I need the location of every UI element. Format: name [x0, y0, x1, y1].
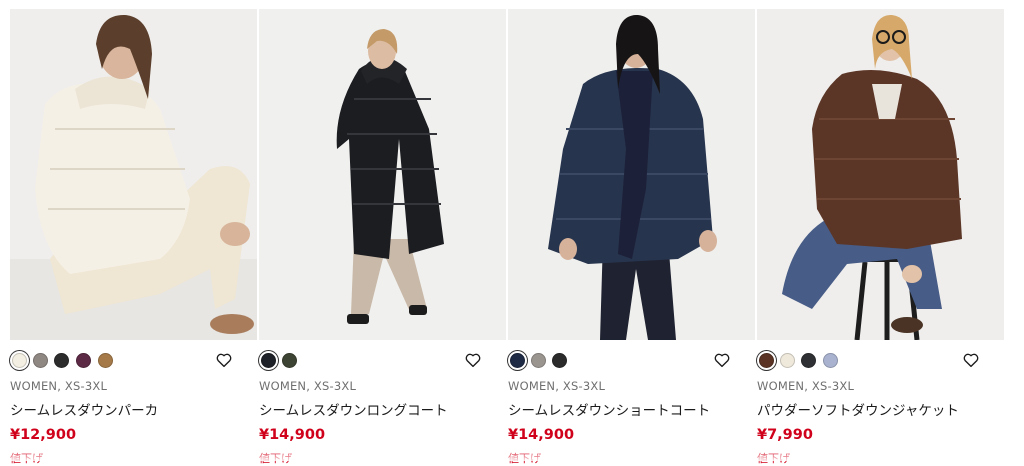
product-price: ¥14,900	[508, 427, 575, 443]
color-swatch[interactable]	[801, 353, 816, 368]
color-swatch[interactable]	[12, 353, 27, 368]
product-price: ¥12,900	[10, 427, 77, 443]
product-meta: WOMEN, XS-3XL	[508, 379, 606, 393]
model-photo-black-long-coat	[259, 9, 506, 340]
product-name[interactable]: シームレスダウンロングコート	[259, 399, 448, 419]
product-name[interactable]: シームレスダウンパーカ	[10, 399, 158, 419]
color-swatch[interactable]	[552, 353, 567, 368]
model-photo-navy-short-coat	[508, 9, 755, 340]
model-photo-cream-parka	[10, 9, 257, 340]
color-swatches	[259, 350, 459, 370]
color-swatch[interactable]	[531, 353, 546, 368]
color-swatch[interactable]	[823, 353, 838, 368]
product-name[interactable]: シームレスダウンショートコート	[508, 399, 710, 419]
product-photo[interactable]	[259, 9, 506, 340]
product-price: ¥7,990	[757, 427, 813, 443]
heart-outline-icon[interactable]	[962, 351, 980, 369]
price-down-tag: 値下げ	[757, 452, 790, 465]
color-swatch[interactable]	[76, 353, 91, 368]
product-card[interactable]: WOMEN, XS-3XL シームレスダウンショートコート ¥14,900 値下…	[508, 9, 755, 465]
product-meta: WOMEN, XS-3XL	[259, 379, 357, 393]
price-down-tag: 値下げ	[10, 452, 43, 465]
product-card[interactable]: WOMEN, XS-3XL シームレスダウンロングコート ¥14,900 値下げ	[259, 9, 506, 465]
price-down-tag: 値下げ	[259, 452, 292, 465]
color-swatch[interactable]	[54, 353, 69, 368]
product-photo[interactable]	[10, 9, 257, 340]
product-card[interactable]: WOMEN, XS-3XL パウダーソフトダウンジャケット ¥7,990 値下げ	[757, 9, 1004, 465]
color-swatch[interactable]	[780, 353, 795, 368]
heart-outline-icon[interactable]	[713, 351, 731, 369]
heart-outline-icon[interactable]	[215, 351, 233, 369]
color-swatch[interactable]	[759, 353, 774, 368]
product-card[interactable]: WOMEN, XS-3XL シームレスダウンパーカ ¥12,900 値下げ	[10, 9, 257, 465]
product-name[interactable]: パウダーソフトダウンジャケット	[757, 399, 959, 419]
product-meta: WOMEN, XS-3XL	[757, 379, 855, 393]
product-price: ¥14,900	[259, 427, 326, 443]
color-swatch[interactable]	[98, 353, 113, 368]
product-photo[interactable]	[757, 9, 1004, 340]
color-swatches	[508, 350, 708, 370]
color-swatch[interactable]	[33, 353, 48, 368]
color-swatches	[757, 350, 957, 370]
heart-outline-icon[interactable]	[464, 351, 482, 369]
product-meta: WOMEN, XS-3XL	[10, 379, 108, 393]
color-swatches	[10, 350, 210, 370]
product-grid: WOMEN, XS-3XL シームレスダウンパーカ ¥12,900 値下げ WO…	[0, 0, 1024, 465]
color-swatch[interactable]	[510, 353, 525, 368]
product-photo[interactable]	[508, 9, 755, 340]
color-swatch[interactable]	[282, 353, 297, 368]
color-swatch[interactable]	[261, 353, 276, 368]
price-down-tag: 値下げ	[508, 452, 541, 465]
model-photo-brown-jacket	[757, 9, 1004, 340]
